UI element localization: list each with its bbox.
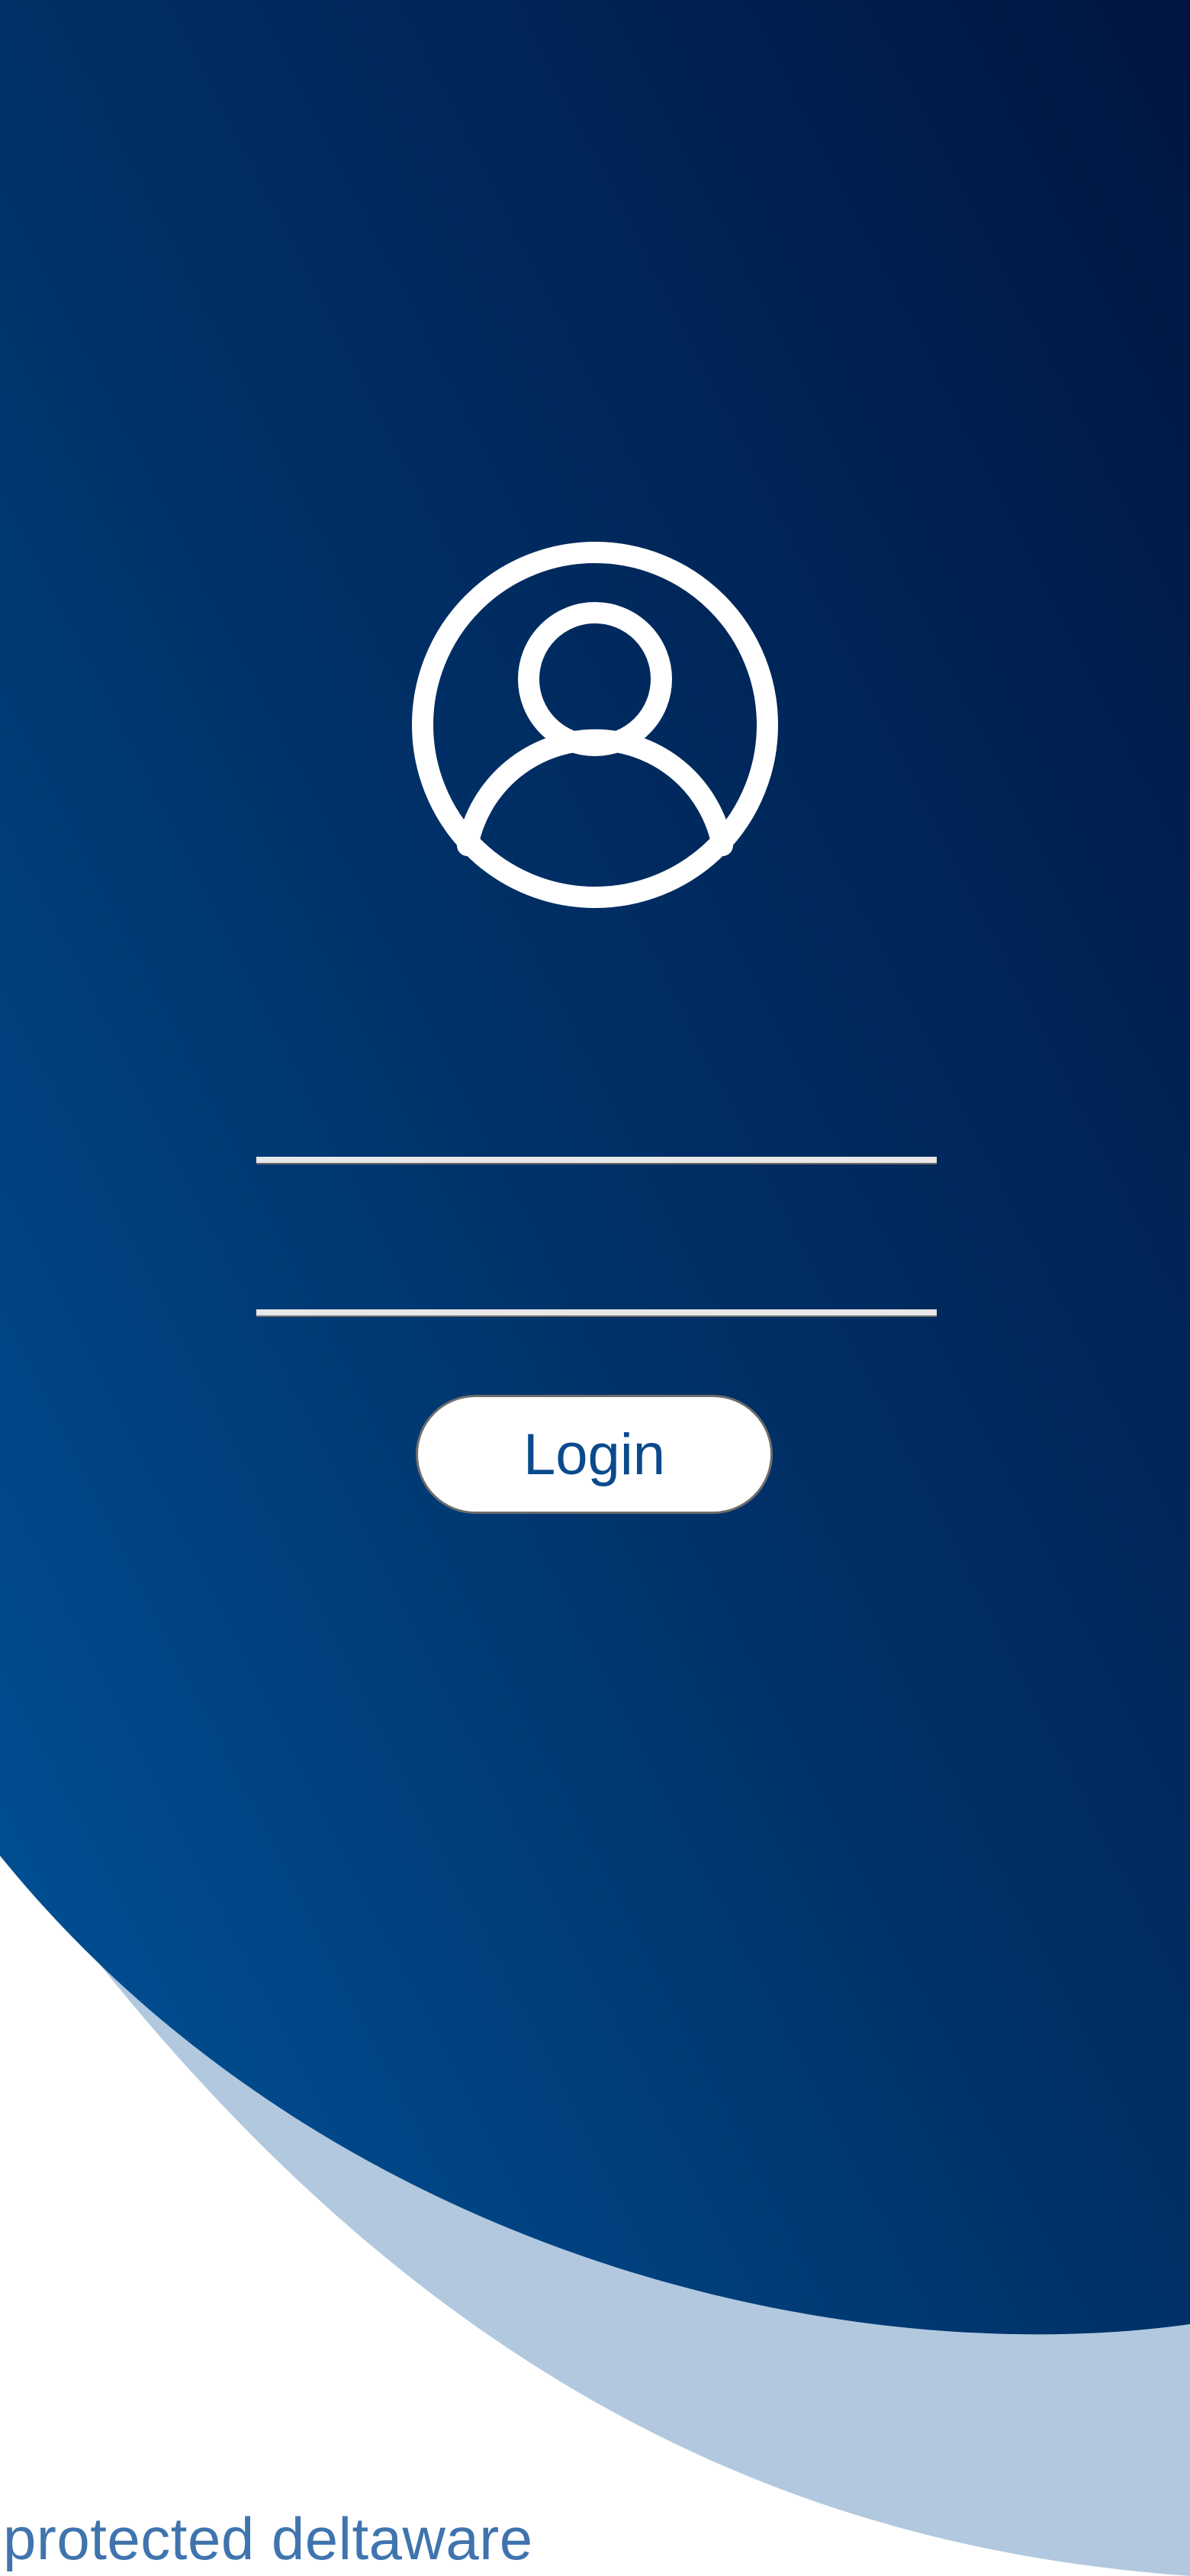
footer-brand-text: protected deltaware (3, 2505, 533, 2572)
login-screen: Login protected deltaware (0, 0, 1190, 2576)
user-circle-icon (412, 542, 778, 908)
login-button[interactable]: Login (416, 1395, 773, 1514)
password-input[interactable] (256, 1270, 937, 1315)
username-input[interactable] (256, 1117, 937, 1163)
blue-gradient-shape (0, 0, 1190, 2335)
